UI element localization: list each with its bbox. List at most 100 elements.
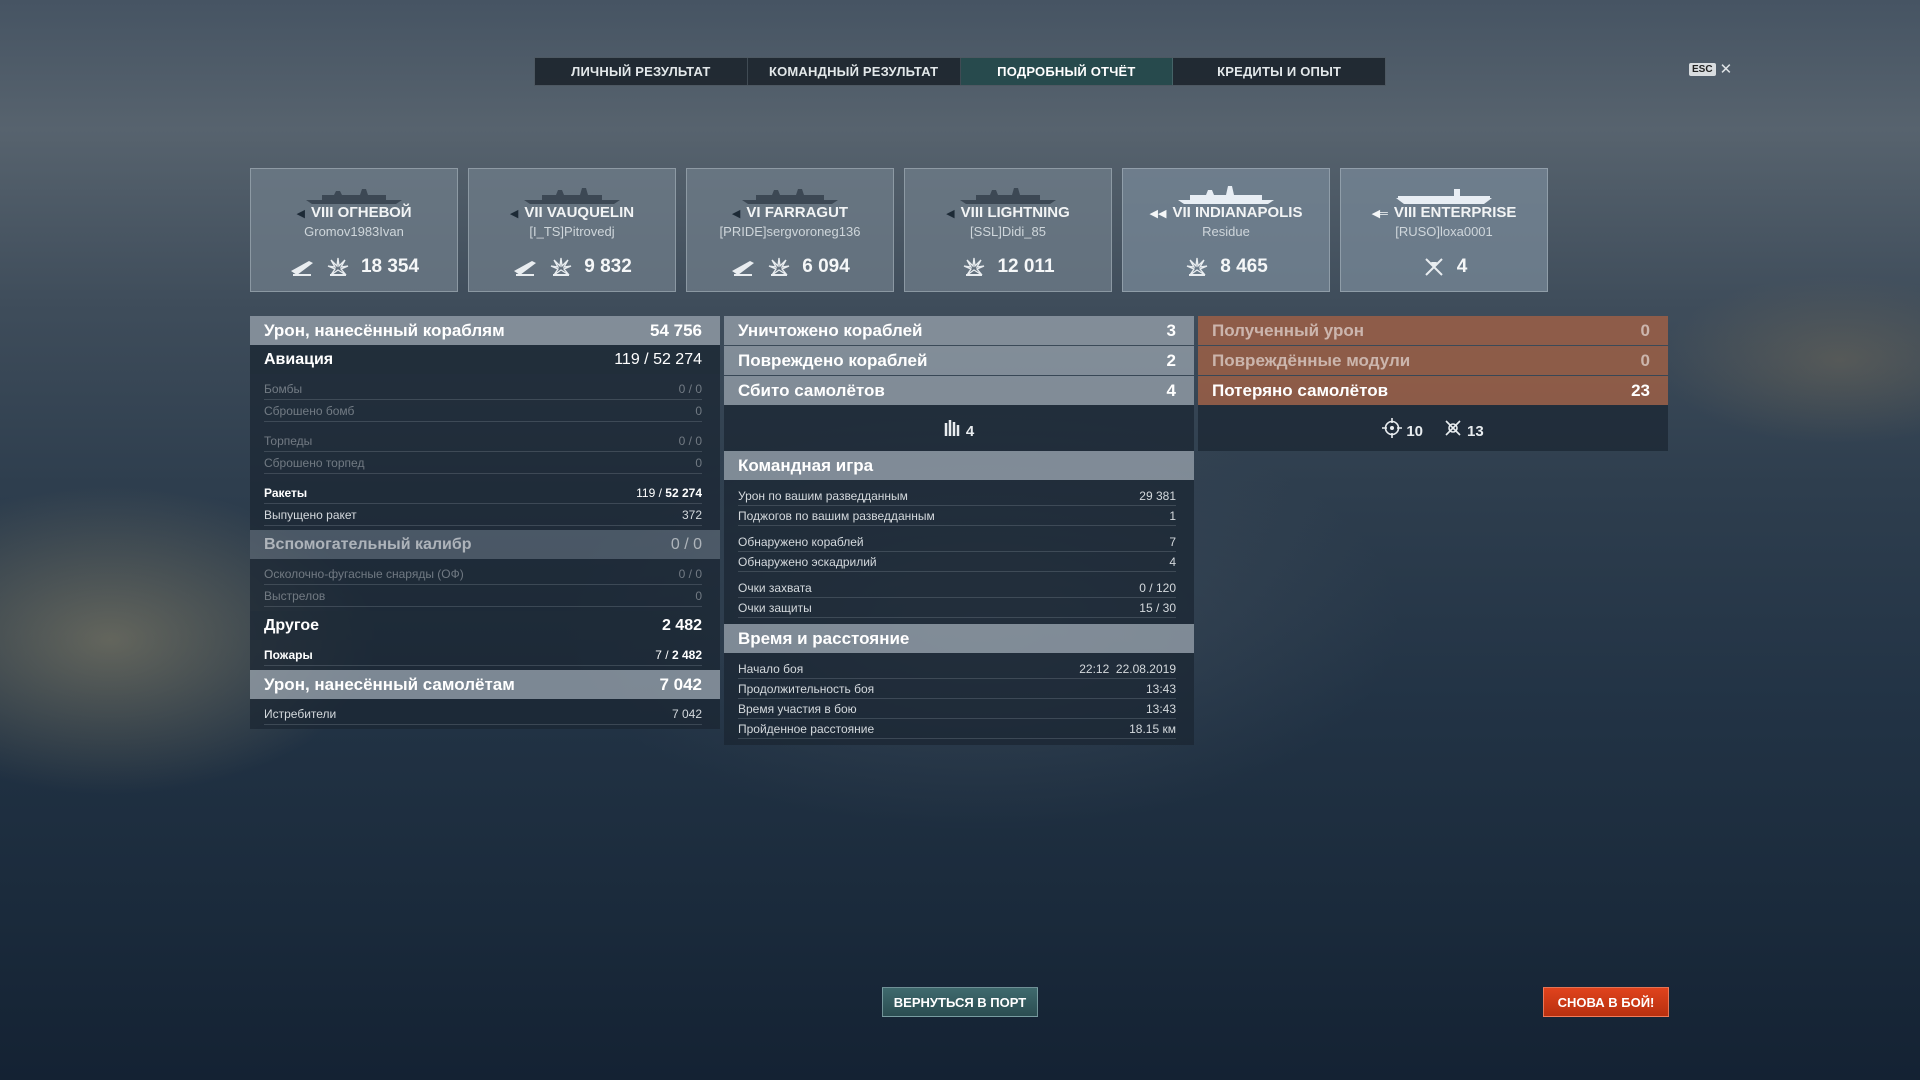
stat-row: Время участия в бою 13:43 — [738, 699, 1176, 719]
stat-value: 372 — [681, 507, 702, 522]
time-distance-details: Начало боя 22:12 22.08.2019 Продолжительн… — [724, 653, 1194, 745]
ship-silhouette-icon — [1396, 189, 1492, 204]
aa-count: 10 — [1406, 422, 1423, 440]
planes-down-row: Сбито самолётов 4 — [724, 376, 1194, 405]
team-play-header: Командная игра — [724, 451, 1194, 480]
ships-damaged-row: Повреждено кораблей 2 — [724, 346, 1194, 375]
ship-card[interactable]: ◀ VIII LIGHTNING [SSL]Didi_85 12 011 — [904, 168, 1112, 292]
stat-label: Очки захвата — [738, 580, 812, 595]
stat-label: Пожары — [264, 647, 313, 662]
stat-row: Пройденное расстояние 18.15 км — [738, 719, 1176, 739]
planes-down-summary: 4 — [724, 405, 1194, 451]
torpedo-hit-icon — [512, 256, 538, 278]
carrier-icon: ◀═ — [1371, 208, 1388, 220]
ship-name: VIII LIGHTNING — [960, 204, 1070, 221]
battle-again-button[interactable]: СНОВА В БОЙ! — [1543, 987, 1669, 1017]
stat-row: Урон по вашим разведданным 29 381 — [738, 486, 1176, 506]
damage-panel: Урон, нанесённый кораблям 54 756 Авиация… — [250, 316, 720, 729]
damage-icon — [961, 256, 987, 278]
damage-icon — [548, 256, 574, 278]
tab-credits-xp[interactable]: КРЕДИТЫ И ОПЫТ — [1173, 58, 1385, 85]
tab-detailed-report[interactable]: ПОДРОБНЫЙ ОТЧЁТ — [960, 58, 1174, 85]
destroyer-icon: ◀ — [296, 208, 305, 220]
planes-down-label: Сбито самолётов — [738, 380, 885, 400]
close-button[interactable]: ESC ✕ — [1689, 60, 1732, 78]
player-name: [I_TS]Pitrovedj — [529, 224, 615, 239]
losses-panel: Полученный урон 0 Повреждённые модули 0 … — [1198, 316, 1668, 451]
stat-value: 18.15 км — [1129, 721, 1176, 736]
tab-personal-result[interactable]: ЛИЧНЫЙ РЕЗУЛЬТАТ — [535, 58, 748, 85]
damage-icon — [325, 256, 351, 278]
team-play-details: Урон по вашим разведданным 29 381 Поджого… — [724, 480, 1194, 624]
stat-row: Ракеты 119 / 52 274 — [264, 482, 702, 504]
lost-planes-row: Потеряно самолётов 23 — [1198, 376, 1668, 405]
stat-value: 119 / 52 274 — [636, 485, 702, 500]
crosshair-icon — [1382, 418, 1403, 438]
esc-key-hint: ESC — [1689, 62, 1716, 76]
planes-shot-value: 4 — [1456, 256, 1468, 277]
stat-value: 7 — [1169, 534, 1176, 549]
stat-value: 0 / 120 — [1139, 580, 1176, 595]
stat-value: 0 — [695, 588, 702, 603]
team-play-title: Командная игра — [738, 455, 874, 475]
planes-down-count: 4 — [965, 422, 975, 440]
destroyer-icon: ◀ — [509, 208, 519, 220]
stat-row: Очки защиты 15 / 30 — [738, 598, 1176, 618]
received-damage-row: Полученный урон 0 — [1198, 316, 1668, 345]
aviation-details: Бомбы 0 / 0 Сброшено бомб 0 Торпеды 0 / 0 С… — [250, 374, 720, 530]
stat-value: 22:12 22.08.2019 — [1079, 661, 1176, 676]
stat-value: 1 — [1169, 508, 1176, 523]
destroyer-icon: ◀ — [946, 208, 955, 220]
stat-value: 0 / 0 — [678, 566, 702, 581]
lost-planes-value: 23 — [1631, 380, 1650, 400]
stat-row: Бомбы 0 / 0 — [264, 378, 702, 400]
stat-label: Время участия в бою — [738, 701, 857, 716]
stat-row: Пожары 7 / 2 482 — [264, 644, 702, 666]
ship-silhouette-icon — [1178, 186, 1274, 204]
tab-team-result[interactable]: КОМАНДНЫЙ РЕЗУЛЬТАТ — [748, 58, 961, 85]
aviation-label: Авиация — [264, 350, 334, 368]
ship-card[interactable]: ◀ VIII ОГНЕВОЙ Gromov1983Ivan 18 354 — [250, 168, 458, 292]
stat-row: Очки захвата 0 / 120 — [738, 578, 1176, 598]
stat-label: Обнаружено кораблей — [738, 534, 864, 549]
received-damage-value: 0 — [1640, 320, 1650, 340]
stat-value: 13:43 — [1145, 701, 1176, 716]
stat-value: 0 — [695, 403, 702, 418]
stat-row: Продолжительность боя 13:43 — [738, 679, 1176, 699]
torpedo-hit-icon — [289, 256, 315, 278]
ship-card[interactable]: ◀◀ VII INDIANAPOLIS Residue 8 465 — [1122, 168, 1330, 292]
stat-row: Истребители 7 042 — [264, 703, 702, 725]
player-name: Gromov1983Ivan — [304, 224, 404, 239]
lost-planes-summary: 10 13 — [1198, 405, 1668, 451]
ship-silhouette-icon — [960, 188, 1056, 204]
ship-silhouette-icon — [742, 189, 838, 204]
ship-name: VI FARRAGUT — [746, 204, 849, 221]
secondary-details: Осколочно-фугасные снаряды (ОФ) 0 / 0 Выс… — [250, 559, 720, 611]
stat-row: Сброшено торпед 0 — [264, 452, 702, 474]
damage-total-value: 54 756 — [650, 320, 702, 340]
fighters-count: 13 — [1467, 422, 1484, 440]
planes-damage-label: Урон, нанесённый самолётам — [264, 674, 515, 694]
player-name: [SSL]Didi_85 — [970, 224, 1046, 239]
other-details: Пожары 7 / 2 482 — [250, 640, 720, 670]
damage-icon — [1184, 256, 1210, 278]
damaged-modules-label: Повреждённые модули — [1212, 350, 1411, 370]
close-icon[interactable]: ✕ — [1720, 60, 1733, 78]
stat-value: 29 381 — [1139, 488, 1176, 503]
other-value: 2 482 — [661, 616, 702, 634]
fighter-icon — [1445, 420, 1461, 436]
ship-card[interactable]: ◀ VII VAUQUELIN [I_TS]Pitrovedj 9 832 — [468, 168, 676, 292]
ship-card[interactable]: ◀ VI FARRAGUT [PRIDE]sergvoroneg136 6 094 — [686, 168, 894, 292]
stat-label: Выпущено ракет — [264, 507, 357, 522]
ship-name: VIII ОГНЕВОЙ — [310, 204, 412, 221]
stat-label: Обнаружено эскадрилий — [738, 554, 877, 569]
stat-row: Обнаружено эскадрилий 4 — [738, 552, 1176, 572]
damaged-modules-row: Повреждённые модули 0 — [1198, 346, 1668, 375]
stat-label: Поджогов по вашим разведданным — [738, 508, 935, 523]
ship-card[interactable]: ◀═ VIII ENTERPRISE [RUSO]loxa0001 4 — [1340, 168, 1548, 292]
stat-value: 15 / 30 — [1139, 600, 1176, 615]
stat-label: Пройденное расстояние — [738, 721, 875, 736]
plane-shot-icon — [1421, 256, 1447, 278]
return-to-port-button[interactable]: ВЕРНУТЬСЯ В ПОРТ — [882, 987, 1038, 1017]
aviation-row: Авиация 119 / 52 274 — [250, 345, 720, 374]
